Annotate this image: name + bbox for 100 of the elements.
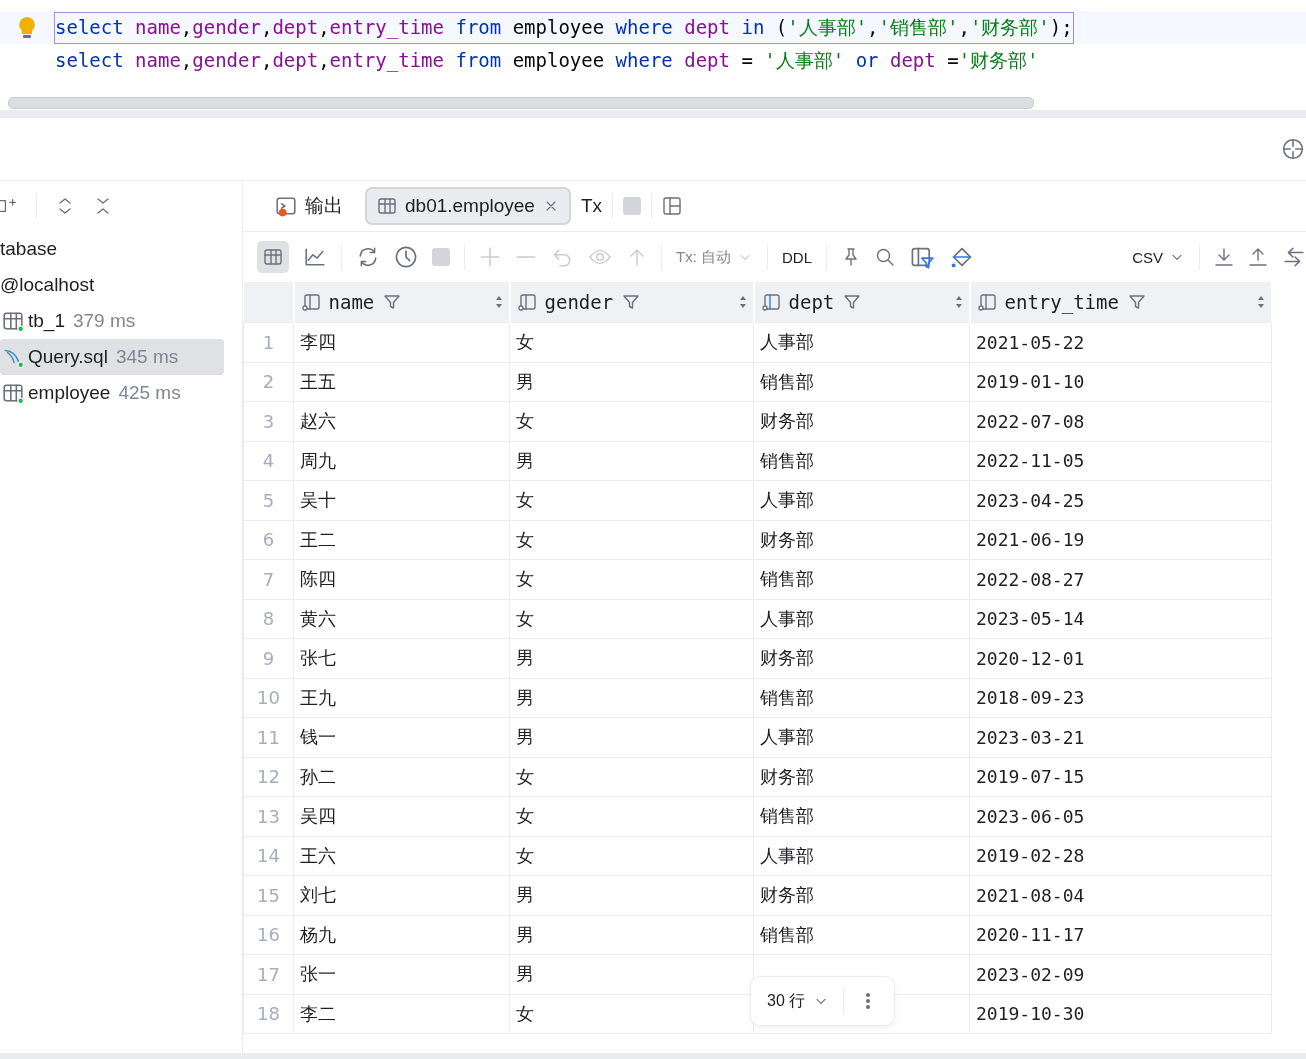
table-cell: 孙二: [293, 757, 510, 797]
table-cell: 王五: [293, 362, 510, 402]
tree-item[interactable]: Query.sql 345 ms: [0, 339, 224, 375]
clock-icon[interactable]: [394, 245, 418, 269]
row-number: 1: [243, 322, 294, 362]
tree-item[interactable]: tabase: [0, 231, 224, 267]
row-number: 12: [243, 757, 294, 797]
table-cell: 2022-08-27: [969, 559, 1272, 599]
table-cell: 周九: [293, 441, 510, 481]
layout-icon[interactable]: [662, 196, 683, 216]
tab[interactable]: 输出: [263, 187, 355, 225]
column-header[interactable]: name: [328, 291, 375, 313]
table-cell: 人事部: [753, 836, 970, 876]
row-number: 14: [243, 836, 294, 876]
download-icon[interactable]: [1214, 247, 1234, 267]
table-cell: 2022-11-05: [969, 441, 1272, 481]
table-cell: 张一: [293, 954, 510, 994]
row-number: 4: [243, 441, 294, 481]
tx-button[interactable]: Tx: [580, 195, 603, 217]
table-cell: 销售部: [753, 915, 970, 955]
table-cell: 2023-03-21: [969, 717, 1272, 757]
table-filter-icon[interactable]: [909, 245, 935, 269]
table-cell: 销售部: [753, 796, 970, 836]
row-number: 2: [243, 362, 294, 402]
tree-item[interactable]: tb_1 379 ms: [0, 303, 224, 339]
table-cell: 杨九: [293, 915, 510, 955]
search-icon[interactable]: [875, 247, 895, 267]
table-cell: 刘七: [293, 875, 510, 915]
sort-icon[interactable]: [494, 295, 503, 309]
row-count-dropdown[interactable]: 30 行: [767, 990, 830, 1012]
table-cell: 女: [509, 836, 754, 876]
table-cell: 王九: [293, 678, 510, 718]
table-cell: 2020-12-01: [969, 638, 1272, 678]
crosshair-icon[interactable]: [1282, 138, 1304, 160]
upload-icon[interactable]: [1248, 247, 1268, 267]
table-cell: 女: [509, 757, 754, 797]
horizontal-scrollbar[interactable]: [8, 97, 1034, 109]
chart-icon[interactable]: [303, 246, 327, 268]
column-header[interactable]: dept: [788, 291, 835, 313]
transaction-mode-dropdown[interactable]: Tx: 自动: [676, 247, 753, 267]
table-icon: [377, 196, 397, 216]
table-cell: 男: [509, 915, 754, 955]
table-cell: 2023-04-25: [969, 480, 1272, 520]
export-format-dropdown[interactable]: CSV: [1132, 248, 1185, 266]
column-header[interactable]: gender: [544, 291, 614, 313]
filter-icon[interactable]: [842, 292, 863, 312]
table-cell: 2019-10-30: [969, 994, 1272, 1034]
table-cell: 黄六: [293, 599, 510, 639]
table-cell: 人事部: [753, 480, 970, 520]
row-number: 13: [243, 796, 294, 836]
row-number: 11: [243, 717, 294, 757]
column-icon: [300, 292, 321, 312]
column-icon: [516, 292, 537, 312]
table-cell: 2020-11-17: [969, 915, 1272, 955]
table-cell: 2019-07-15: [969, 757, 1272, 797]
row-number: 18: [243, 994, 294, 1034]
table-cell: 李四: [293, 322, 510, 362]
table-cell: 2023-06-05: [969, 796, 1272, 836]
table-cell: 2018-09-23: [969, 678, 1272, 718]
tree-item[interactable]: @localhost: [0, 267, 224, 303]
table-cell: 销售部: [753, 362, 970, 402]
sort-icon[interactable]: [954, 295, 963, 309]
table-cell: 吴四: [293, 796, 510, 836]
table-cell: 赵六: [293, 401, 510, 441]
sql-code-line: select name,gender,dept,entry_time from employee where dept = '人事部' or dept ='财务部': [54, 47, 1040, 74]
filter-icon[interactable]: [621, 292, 642, 312]
table-cell: 财务部: [753, 638, 970, 678]
filter-icon[interactable]: [382, 292, 403, 312]
table-cell: 2021-08-04: [969, 875, 1272, 915]
table-cell: 男: [509, 441, 754, 481]
tree-item[interactable]: employee 425 ms: [0, 375, 224, 411]
row-number: 16: [243, 915, 294, 955]
row-number: 15: [243, 875, 294, 915]
table-cell: 女: [509, 796, 754, 836]
table-cell: 李二: [293, 994, 510, 1034]
table-cell: 人事部: [753, 322, 970, 362]
row-number: 9: [243, 638, 294, 678]
table-cell: 2022-07-08: [969, 401, 1272, 441]
row-number: 10: [243, 678, 294, 718]
tab[interactable]: db01.employee: [365, 187, 571, 225]
table-cell: 财务部: [753, 401, 970, 441]
column-icon: [760, 292, 781, 312]
lightbulb-icon[interactable]: [18, 15, 36, 40]
table-cell: 2023-05-14: [969, 599, 1272, 639]
table-cell: 2021-06-19: [969, 520, 1272, 560]
row-number: 5: [243, 480, 294, 520]
table-cell: 女: [509, 520, 754, 560]
ddl-button[interactable]: DDL: [782, 248, 812, 266]
table-cell: 人事部: [753, 599, 970, 639]
sort-icon[interactable]: [1256, 295, 1265, 309]
compare-arrows-icon[interactable]: [1282, 246, 1306, 268]
table-cell: 男: [509, 638, 754, 678]
table-cell: 吴十: [293, 480, 510, 520]
grid-view-icon: [263, 247, 283, 267]
column-icon: [976, 292, 997, 312]
row-number: 7: [243, 559, 294, 599]
table-cell: 男: [509, 678, 754, 718]
table-cell: 女: [509, 322, 754, 362]
sort-icon[interactable]: [738, 295, 747, 309]
table-cell: 销售部: [753, 559, 970, 599]
